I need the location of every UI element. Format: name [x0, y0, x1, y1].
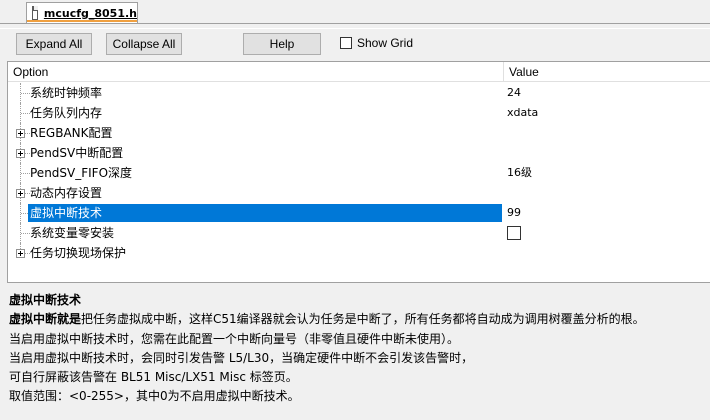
grid-row-virtual-interrupt[interactable]: 虚拟中断技术 99	[8, 203, 710, 223]
description-line: 当启用虚拟中断技术时，会同时引发告警 L5/L30，当确定硬件中断不会引发该告警…	[9, 351, 474, 365]
option-value[interactable]: xdata	[507, 105, 538, 121]
option-value[interactable]: 16级	[507, 165, 532, 181]
collapse-all-button[interactable]: Collapse All	[106, 33, 182, 55]
description-line: 取值范围：<0-255>，其中0为不启用虚拟中断技术。	[9, 389, 300, 403]
show-grid-toggle[interactable]: Show Grid	[340, 36, 413, 50]
option-label: 系统变量零安装	[30, 226, 115, 240]
option-label: REGBANK配置	[30, 126, 113, 140]
description-line: 可自行屏蔽该告警在 BL51 Misc/LX51 Misc 标签页。	[9, 370, 298, 384]
option-label: PendSV_FIFO深度	[30, 166, 133, 180]
grid-row-pendsv-config[interactable]: PendSV中断配置	[8, 143, 710, 163]
option-label: 动态内存设置	[30, 186, 103, 200]
toolbar: Expand All Collapse All Help Show Grid	[0, 28, 710, 60]
expand-plus-icon[interactable]	[16, 129, 25, 138]
grid-row-dynamic-memory[interactable]: 动态内存设置	[8, 183, 710, 203]
show-grid-label: Show Grid	[357, 36, 414, 50]
grid-row-task-queue-memory[interactable]: 任务队列内存 xdata	[8, 103, 710, 123]
grid-row-clock-frequency[interactable]: 系统时钟频率 24	[8, 83, 710, 103]
help-button[interactable]: Help	[243, 33, 321, 55]
option-label: 任务队列内存	[30, 106, 103, 120]
active-tab-indicator	[27, 20, 137, 22]
tab-label: mcucfg_8051.h	[43, 6, 137, 20]
option-value[interactable]: 99	[507, 205, 521, 221]
expand-all-button[interactable]: Expand All	[16, 33, 92, 55]
grid-header: Option Value	[8, 62, 710, 82]
column-header-option[interactable]: Option	[13, 65, 48, 79]
description-title: 虚拟中断技术	[9, 293, 82, 307]
option-grid: Option Value 系统时钟频率 24 任务队列内存 xdata REGB…	[7, 61, 710, 283]
expand-plus-icon[interactable]	[16, 249, 25, 258]
option-value[interactable]: 24	[507, 85, 521, 101]
grid-row-task-switch-protection[interactable]: 任务切换现场保护	[8, 243, 710, 263]
grid-row-system-var-zero-install[interactable]: 系统变量零安装	[8, 223, 710, 243]
expand-plus-icon[interactable]	[16, 149, 25, 158]
option-label: 系统时钟频率	[30, 86, 103, 100]
option-label: PendSV中断配置	[30, 146, 124, 160]
description-line: 当启用虚拟中断技术时，您需在此配置一个中断向量号（非零值且硬件中断未使用）。	[9, 332, 460, 346]
grid-row-pendsv-fifo-depth[interactable]: PendSV_FIFO深度 16级	[8, 163, 710, 183]
file-icon	[32, 6, 38, 20]
description-line: 虚拟中断就是把任务虚拟成中断，这样C51编译器就会认为任务是中断了，所有任务都将…	[9, 310, 645, 327]
column-header-value[interactable]: Value	[509, 65, 539, 79]
description-pane: 虚拟中断技术 虚拟中断就是把任务虚拟成中断，这样C51编译器就会认为任务是中断了…	[7, 287, 710, 420]
tab-strip: mcucfg_8051.h	[0, 0, 710, 24]
description-text: 把任务虚拟成中断，这样C51编译器就会认为任务是中断了，所有任务都将自动成为调用…	[81, 312, 645, 326]
column-separator[interactable]	[503, 62, 504, 82]
option-label: 任务切换现场保护	[30, 246, 127, 260]
description-term: 虚拟中断就是	[9, 312, 82, 326]
expand-plus-icon[interactable]	[16, 189, 25, 198]
option-label: 虚拟中断技术	[30, 206, 103, 220]
show-grid-checkbox[interactable]	[340, 37, 352, 49]
grid-row-regbank-config[interactable]: REGBANK配置	[8, 123, 710, 143]
option-value-checkbox[interactable]	[507, 226, 521, 240]
